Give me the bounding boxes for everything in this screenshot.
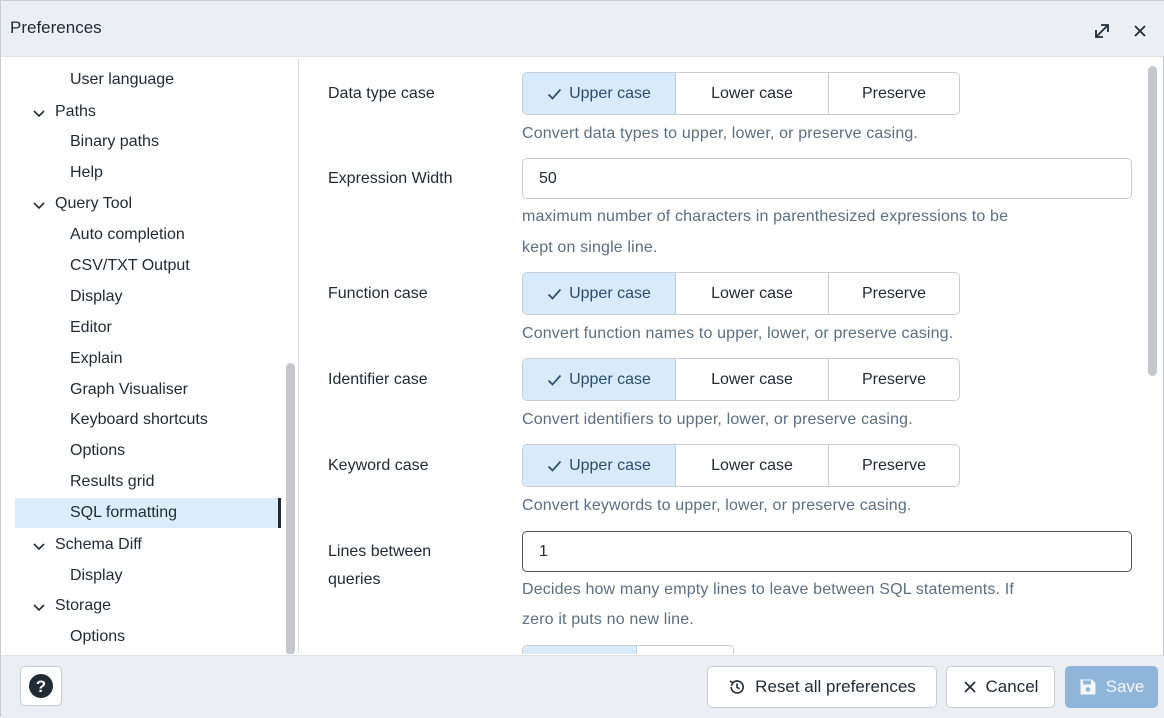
nav-item-explain[interactable]: Explain: [15, 345, 281, 373]
data-type-case-toggle: Upper case Lower case Preserve: [522, 72, 960, 115]
expand-icon[interactable]: [1091, 20, 1113, 42]
check-icon: [547, 288, 562, 300]
identifier-upper-case-option[interactable]: Upper case: [523, 359, 676, 400]
sql-formatting-settings: Data type case Upper case Lower case Pre…: [300, 58, 1164, 654]
preferences-tree: User language Paths Binary paths Help Qu…: [1, 58, 299, 654]
title-bar: Preferences: [1, 1, 1164, 57]
nav-item-binary-paths[interactable]: Binary paths: [15, 128, 281, 156]
data-type-case-help: Convert data types to upper, lower, or p…: [522, 125, 919, 142]
nav-item-graph-visualiser[interactable]: Graph Visualiser: [15, 376, 281, 404]
preferences-dialog: Preferences User language Paths Binary p…: [0, 0, 1164, 718]
function-upper-case-option[interactable]: Upper case: [523, 273, 676, 314]
data-type-preserve-option[interactable]: Preserve: [829, 73, 959, 114]
dialog-title: Preferences: [10, 18, 102, 37]
expression-width-input[interactable]: 50: [522, 158, 1132, 199]
help-button[interactable]: ?: [20, 666, 62, 706]
nav-item-keyboard-shortcuts[interactable]: Keyboard shortcuts: [15, 406, 281, 434]
expression-width-help-line2: kept on single line.: [522, 239, 658, 256]
identifier-case-toggle: Upper case Lower case Preserve: [522, 358, 960, 401]
function-lower-case-option[interactable]: Lower case: [676, 273, 829, 314]
identifier-case-help: Convert identifiers to upper, lower, or …: [522, 411, 913, 428]
close-icon[interactable]: [1129, 20, 1151, 42]
chevron-down-icon[interactable]: [32, 539, 46, 553]
keyword-lower-case-option[interactable]: Lower case: [676, 445, 829, 486]
data-type-upper-case-option[interactable]: Upper case: [523, 73, 676, 114]
next-setting-toggle-partial[interactable]: [522, 645, 734, 654]
identifier-lower-case-option[interactable]: Lower case: [676, 359, 829, 400]
lines-between-queries-label-line2: queries: [328, 571, 381, 588]
keyword-case-toggle: Upper case Lower case Preserve: [522, 444, 960, 487]
nav-item-sql-formatting[interactable]: SQL formatting: [15, 498, 281, 528]
expression-width-label: Expression Width: [328, 170, 453, 187]
nav-item-schema-diff-display[interactable]: Display: [15, 562, 281, 590]
nav-item-auto-completion[interactable]: Auto completion: [15, 221, 281, 249]
chevron-down-icon[interactable]: [32, 106, 46, 120]
function-case-toggle: Upper case Lower case Preserve: [522, 272, 960, 315]
nav-item-help[interactable]: Help: [15, 159, 281, 187]
data-type-case-label: Data type case: [328, 85, 435, 102]
check-icon: [547, 374, 562, 386]
svg-text:?: ?: [36, 677, 46, 696]
lines-between-queries-help-line1: Decides how many empty lines to leave be…: [522, 581, 1014, 598]
reset-all-preferences-button[interactable]: Reset all preferences: [707, 666, 937, 708]
expression-width-help-line1: maximum number of characters in parenthe…: [522, 208, 1009, 225]
question-circle-icon: ?: [29, 674, 53, 698]
function-case-label: Function case: [328, 285, 428, 302]
close-icon: [963, 681, 976, 693]
nav-item-display[interactable]: Display: [15, 283, 281, 311]
tree-scrollbar[interactable]: [286, 363, 295, 654]
lines-between-queries-label-line1: Lines between: [328, 543, 432, 560]
keyword-case-help: Convert keywords to upper, lower, or pre…: [522, 497, 912, 514]
lines-between-queries-help-line2: zero it puts no new line.: [522, 611, 694, 628]
nav-item-schema-diff[interactable]: Schema Diff: [55, 531, 142, 559]
keyword-case-label: Keyword case: [328, 457, 429, 474]
data-type-lower-case-option[interactable]: Lower case: [676, 73, 829, 114]
nav-item-paths[interactable]: Paths: [55, 98, 96, 126]
keyword-upper-case-option[interactable]: Upper case: [523, 445, 676, 486]
chevron-down-icon[interactable]: [32, 198, 46, 212]
check-icon: [547, 460, 562, 472]
keyword-preserve-option[interactable]: Preserve: [829, 445, 959, 486]
cancel-button[interactable]: Cancel: [946, 666, 1055, 708]
history-icon: [729, 680, 745, 694]
identifier-case-label: Identifier case: [328, 371, 428, 388]
nav-item-editor[interactable]: Editor: [15, 314, 281, 342]
function-preserve-option[interactable]: Preserve: [829, 273, 959, 314]
nav-item-user-language[interactable]: User language: [15, 66, 281, 94]
nav-item-storage[interactable]: Storage: [55, 592, 111, 620]
nav-item-query-tool[interactable]: Query Tool: [55, 190, 132, 218]
check-icon: [547, 88, 562, 100]
chevron-down-icon[interactable]: [32, 600, 46, 614]
lines-between-queries-input[interactable]: 1: [522, 531, 1132, 572]
nav-item-options[interactable]: Options: [15, 437, 281, 465]
save-icon: [1080, 679, 1096, 695]
save-button[interactable]: Save: [1065, 666, 1158, 708]
function-case-help: Convert function names to upper, lower, …: [522, 325, 954, 342]
dialog-footer: ? Reset all preferences Cancel Save: [1, 655, 1164, 718]
identifier-preserve-option[interactable]: Preserve: [829, 359, 959, 400]
nav-item-storage-options[interactable]: Options: [15, 623, 281, 651]
content-scrollbar[interactable]: [1148, 66, 1157, 376]
nav-item-results-grid[interactable]: Results grid: [15, 468, 281, 496]
nav-item-csv-txt-output[interactable]: CSV/TXT Output: [15, 252, 281, 280]
